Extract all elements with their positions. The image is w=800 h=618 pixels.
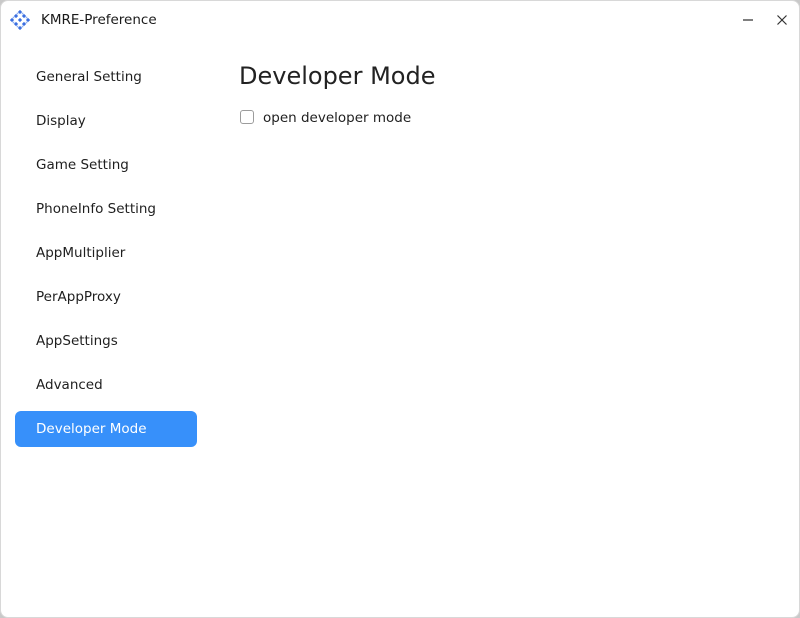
sidebar-nav: General Setting Display Game Setting Pho… xyxy=(15,59,197,455)
close-icon xyxy=(771,9,793,31)
developer-mode-checkbox[interactable] xyxy=(240,110,254,124)
sidebar-item-developer-mode[interactable]: Developer Mode xyxy=(15,411,197,447)
sidebar-item-perappproxy[interactable]: PerAppProxy xyxy=(15,279,197,315)
sidebar-item-label: Advanced xyxy=(36,377,103,393)
developer-mode-checkbox-label[interactable]: open developer mode xyxy=(263,109,411,127)
sidebar-item-label: Display xyxy=(36,113,86,129)
close-button[interactable] xyxy=(771,9,793,31)
preference-window: KMRE-Preference General Setting Display xyxy=(0,0,800,618)
window-title: KMRE-Preference xyxy=(41,12,157,28)
sidebar-item-general-setting[interactable]: General Setting xyxy=(15,59,197,95)
sidebar-item-appsettings[interactable]: AppSettings xyxy=(15,323,197,359)
page-title: Developer Mode xyxy=(239,62,436,90)
sidebar-item-label: AppSettings xyxy=(36,333,118,349)
sidebar-item-game-setting[interactable]: Game Setting xyxy=(15,147,197,183)
sidebar-item-advanced[interactable]: Advanced xyxy=(15,367,197,403)
title-bar: KMRE-Preference xyxy=(1,1,799,39)
sidebar-item-display[interactable]: Display xyxy=(15,103,197,139)
sidebar-item-label: Game Setting xyxy=(36,157,129,173)
kmre-app-icon xyxy=(9,9,31,31)
sidebar-item-label: Developer Mode xyxy=(36,421,147,437)
minimize-button[interactable] xyxy=(737,9,759,31)
sidebar-item-label: General Setting xyxy=(36,69,142,85)
sidebar-item-appmultiplier[interactable]: AppMultiplier xyxy=(15,235,197,271)
sidebar-item-label: PerAppProxy xyxy=(36,289,121,305)
sidebar-item-label: PhoneInfo Setting xyxy=(36,201,156,217)
sidebar-item-label: AppMultiplier xyxy=(36,245,126,261)
sidebar-item-phoneinfo-setting[interactable]: PhoneInfo Setting xyxy=(15,191,197,227)
minimize-icon xyxy=(737,9,759,31)
